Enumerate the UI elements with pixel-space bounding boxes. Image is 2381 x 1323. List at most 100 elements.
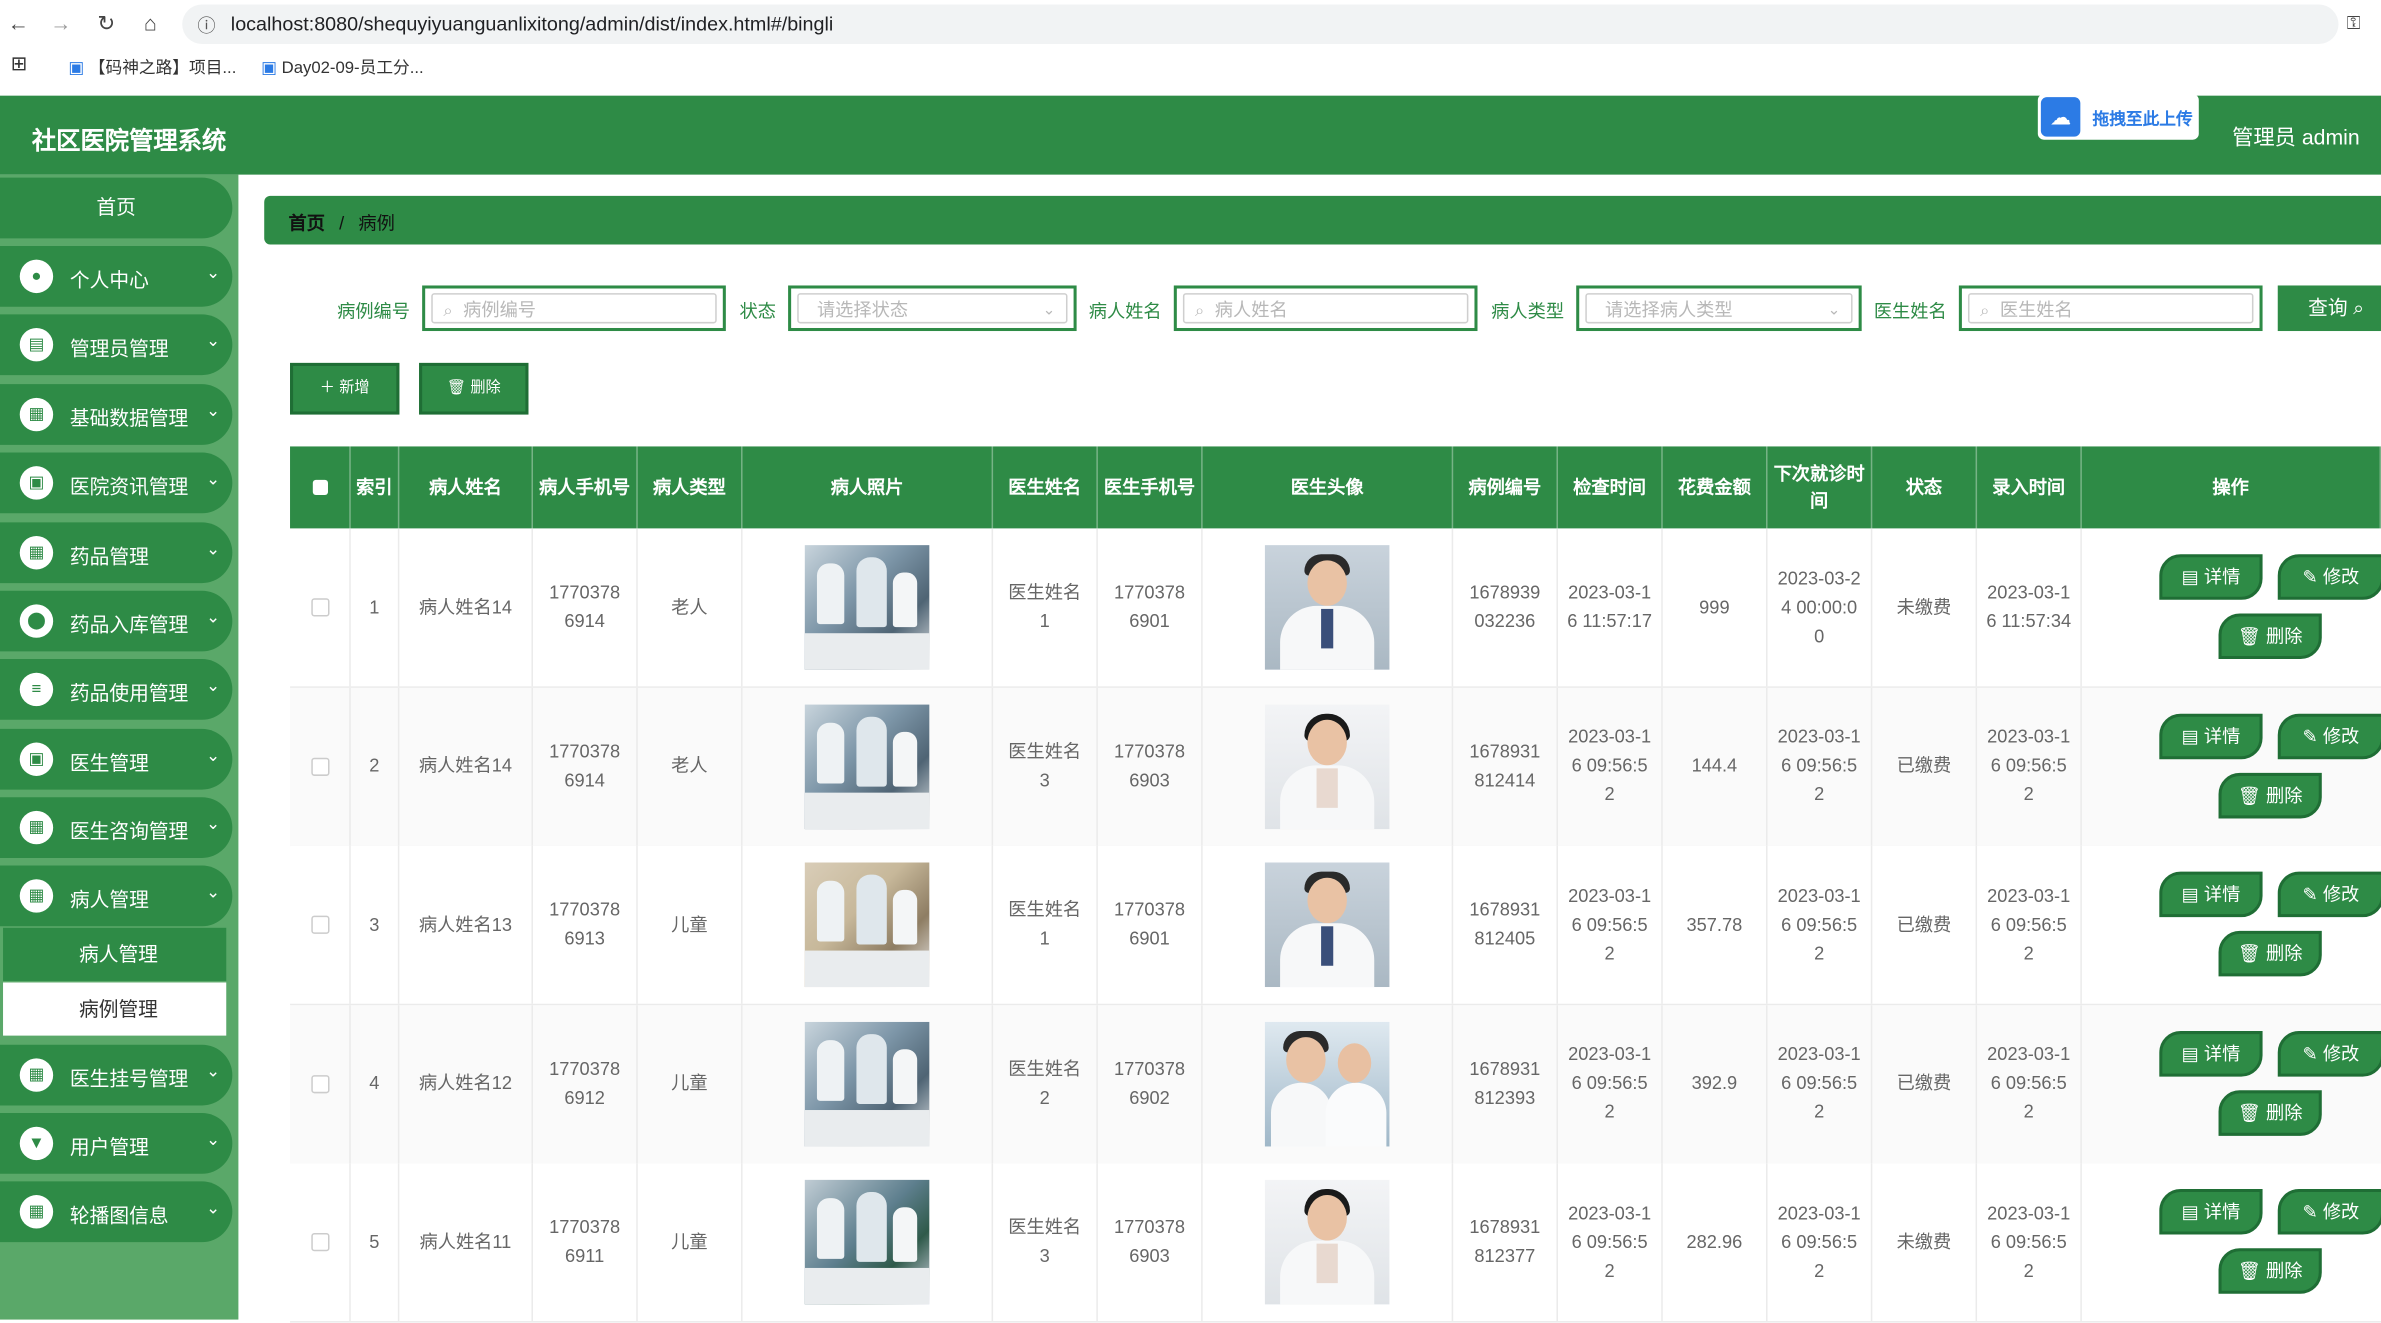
cell-patient-name: 病人姓名13 xyxy=(399,846,533,1005)
row-checkbox[interactable] xyxy=(310,1074,329,1094)
sidebar-item[interactable]: ▦ 基础数据管理 ⌄ xyxy=(0,384,233,445)
cell-doctor-name: 医生姓名2 xyxy=(993,1004,1098,1163)
key-icon[interactable]: ⚿ xyxy=(2338,8,2368,38)
sidebar-item[interactable]: ▼ 用户管理 ⌄ xyxy=(0,1113,233,1174)
edit-label: 修改 xyxy=(2322,725,2360,747)
cell-status: 已缴费 xyxy=(1896,1072,1952,1094)
cell-phone: 17703786911 xyxy=(549,1216,621,1268)
cell-next: 2023-03-16 09:56:52 xyxy=(1777,1043,1861,1123)
sidebar-item[interactable]: ▣ 医院资讯管理 ⌄ xyxy=(0,452,233,514)
status-select[interactable]: 请选择状态 ⌄ xyxy=(788,285,1077,332)
detail-button[interactable]: ▤ 详情 xyxy=(2159,871,2263,918)
forward-icon[interactable]: → xyxy=(46,8,76,38)
cell-status: 未缴费 xyxy=(1872,528,1978,687)
photo-shape xyxy=(804,1268,930,1305)
cell-doctor-phone: 17703786901 xyxy=(1098,528,1203,687)
doctor-avatar[interactable] xyxy=(1264,703,1390,829)
doctor-name-input[interactable]: ⌕ 医生姓名 xyxy=(1958,285,2263,332)
doctor-avatar[interactable] xyxy=(1264,862,1390,988)
patient-photo[interactable] xyxy=(804,1021,930,1147)
doctor-avatar[interactable] xyxy=(1264,1021,1390,1147)
doctor-avatar[interactable] xyxy=(1264,545,1390,670)
detail-button[interactable]: ▤ 详情 xyxy=(2159,713,2263,759)
user-label[interactable]: 管理员 admin xyxy=(2232,121,2360,151)
select-all-checkbox[interactable] xyxy=(312,479,328,496)
patient-photo[interactable] xyxy=(804,545,930,670)
cell-created: 2023-03-16 09:56:52 xyxy=(1987,1043,2071,1123)
doctor-avatar[interactable] xyxy=(1264,1180,1390,1305)
grid-icon: ▦ xyxy=(19,1195,54,1229)
delete-button[interactable]: 🗑 删除 xyxy=(2218,931,2322,977)
home-icon[interactable]: ⌂ xyxy=(135,8,165,38)
edit-button[interactable]: ✎ 修改 xyxy=(2277,871,2381,918)
sidebar-item-label: 医院资讯管理 xyxy=(69,475,189,499)
chevron-down-icon: ⌄ xyxy=(206,1062,221,1082)
delete-button[interactable]: 🗑 删除 xyxy=(2218,1248,2322,1295)
sidebar-item[interactable]: ▦ 药品管理 ⌄ xyxy=(0,522,233,584)
cell-check: 2023-03-16 09:56:52 xyxy=(1568,725,1652,805)
bookmark-2[interactable]: ▣ Day02-09-员工分... xyxy=(261,55,423,79)
sidebar-item[interactable]: ▦ 医生咨询管理 ⌄ xyxy=(0,797,233,858)
sidebar-item-label: 药品管理 xyxy=(69,545,149,568)
sidebar-item[interactable]: ⬤ 药品入库管理 ⌄ xyxy=(0,590,233,652)
breadcrumb: 首页 / 病例 xyxy=(264,195,2381,245)
detail-button[interactable]: ▤ 详情 xyxy=(2159,554,2263,600)
case-no-input[interactable]: ⌕ 病例编号 xyxy=(422,285,726,332)
delete-button[interactable]: 🗑 删除 xyxy=(2218,772,2322,818)
edit-button[interactable]: ✎ 修改 xyxy=(2277,713,2381,759)
row-checkbox[interactable] xyxy=(310,598,329,617)
sidebar-item[interactable]: ● 个人中心 ⌄ xyxy=(0,245,233,307)
patient-type-select[interactable]: 请选择病人类型 ⌄ xyxy=(1576,285,1862,332)
row-checkbox[interactable] xyxy=(310,1233,329,1252)
upload-button[interactable]: ☁ 拖拽至此上传 xyxy=(2037,94,2199,140)
cell-check-time: 2023-03-16 09:56:52 xyxy=(1558,1004,1663,1163)
row-checkbox[interactable] xyxy=(310,757,329,776)
bookmark-1[interactable]: ▣ 【码神之路】项目... xyxy=(68,55,236,79)
cell-index: 2 xyxy=(351,687,400,846)
query-button[interactable]: 查询 ⌕ xyxy=(2277,285,2381,332)
edit-button[interactable]: ✎ 修改 xyxy=(2277,1030,2381,1077)
table-row[interactable]: 4 病人姓名12 17703786912 儿童 医生姓名2 17703786902 1678… xyxy=(290,1004,2381,1165)
patient-name-input[interactable]: ⌕ 病人姓名 xyxy=(1173,285,1478,332)
cell-cost: 282.96 xyxy=(1663,1163,1768,1322)
sidebar-item-home[interactable]: 首页 xyxy=(0,177,233,239)
sidebar-subitem-cases[interactable]: 病例管理 xyxy=(3,982,227,1036)
row-checkbox[interactable] xyxy=(310,915,329,935)
edit-button[interactable]: ✎ 修改 xyxy=(2277,554,2381,600)
delete-icon: 🗑 xyxy=(2237,784,2267,806)
apps-icon[interactable]: ⊞ xyxy=(11,52,28,76)
photo-shape xyxy=(816,1198,845,1260)
add-button[interactable]: ＋ 新增 xyxy=(290,362,400,415)
sidebar-item[interactable]: ▤ 管理员管理 ⌄ xyxy=(0,314,233,376)
patient-photo[interactable] xyxy=(804,1180,930,1305)
sidebar-item[interactable]: ▦ 轮播图信息 ⌄ xyxy=(0,1181,233,1243)
patient-photo[interactable] xyxy=(804,862,930,988)
reload-icon[interactable]: ↻ xyxy=(91,8,121,38)
row-checkbox-cell xyxy=(290,528,351,687)
table-row[interactable]: 3 病人姓名13 17703786913 儿童 医生姓名1 17703786901 1678… xyxy=(290,846,2381,1006)
table-row[interactable]: 2 病人姓名14 17703786914 老人 医生姓名3 17703786903 1678… xyxy=(290,687,2381,847)
detail-button[interactable]: ▤ 详情 xyxy=(2159,1030,2263,1077)
breadcrumb-home[interactable]: 首页 xyxy=(289,213,325,234)
detail-label: 详情 xyxy=(2203,1201,2241,1223)
cell-patient-name: 病人姓名12 xyxy=(399,1004,533,1163)
sidebar-item[interactable]: ▦ 医生挂号管理 ⌄ xyxy=(0,1044,233,1106)
sidebar-item[interactable]: ▦ 病人管理 ⌄ xyxy=(0,865,233,927)
edit-button[interactable]: ✎ 修改 xyxy=(2277,1189,2381,1236)
delete-button[interactable]: 🗑 删除 xyxy=(2218,1089,2322,1136)
chevron-down-icon: ⌄ xyxy=(206,402,221,421)
address-bar[interactable]: ⓘ localhost:8080/shequyiyuanguanlixitong… xyxy=(182,4,2339,45)
sidebar-item[interactable]: ▣ 医生管理 ⌄ xyxy=(0,728,233,790)
cell-doctor-phone: 17703786902 xyxy=(1098,1004,1203,1163)
cell-phone: 17703786914 xyxy=(549,740,621,791)
table-row[interactable]: 5 病人姓名11 17703786911 儿童 医生姓名3 17703786903 1678… xyxy=(290,1163,2381,1323)
detail-button[interactable]: ▤ 详情 xyxy=(2159,1189,2263,1236)
sidebar-subitem-patients[interactable]: 病人管理 xyxy=(3,927,227,981)
bulk-delete-button[interactable]: 🗑 删除 xyxy=(419,362,529,415)
delete-button[interactable]: 🗑 删除 xyxy=(2218,613,2322,660)
patient-photo[interactable] xyxy=(804,703,930,829)
sidebar-item[interactable]: ≡ 药品使用管理 ⌄ xyxy=(0,659,233,720)
table-row[interactable]: 1 病人姓名14 17703786914 老人 医生姓名1 17703786901 1678… xyxy=(290,528,2381,688)
cell-cost: 392.9 xyxy=(1663,1004,1768,1163)
back-icon[interactable]: ← xyxy=(3,8,33,38)
